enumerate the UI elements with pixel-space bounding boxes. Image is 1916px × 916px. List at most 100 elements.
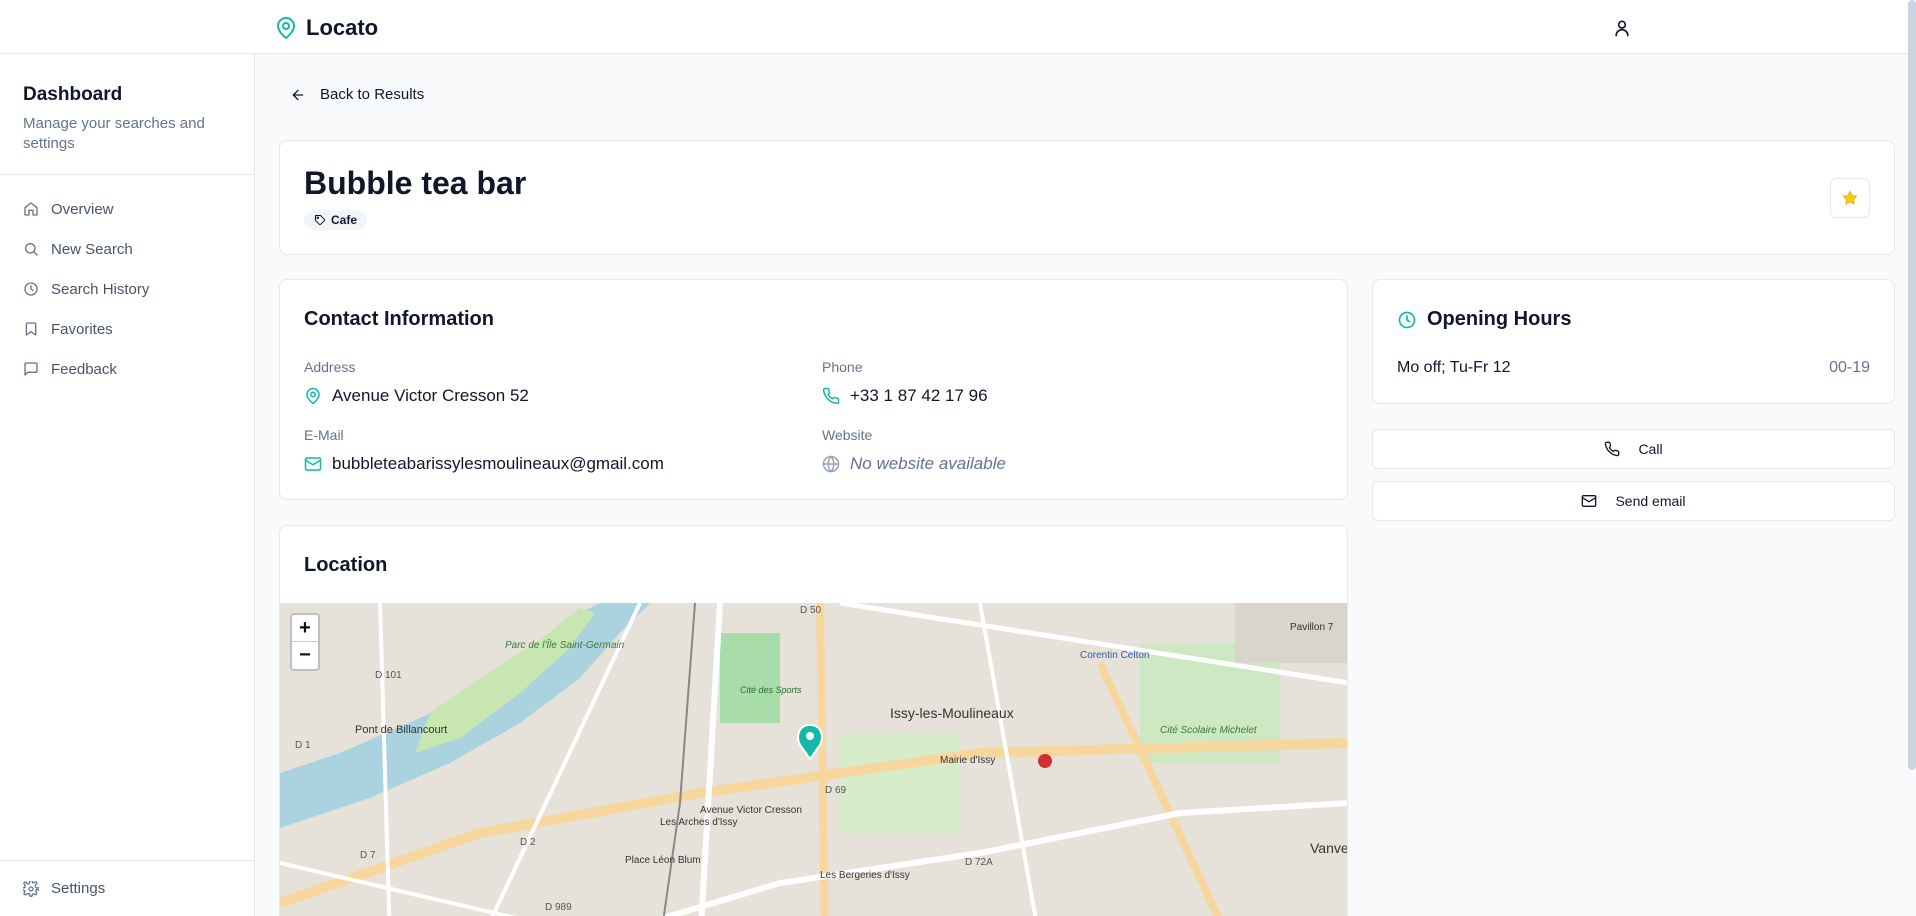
sidebar-title: Dashboard bbox=[23, 84, 123, 105]
sports-field bbox=[720, 633, 780, 723]
clock-icon bbox=[24, 282, 38, 296]
top-bar: Locato bbox=[0, 0, 1916, 770]
sidebar-header: Dashboard Manage your searches and setti… bbox=[0, 54, 254, 175]
website-value: No website available bbox=[822, 454, 1006, 474]
contact-heading: Contact Information bbox=[304, 308, 494, 330]
tag-icon bbox=[315, 215, 326, 226]
sidebar-item-label: Overview bbox=[51, 200, 114, 218]
sidebar-nav: Overview New Search Search History Favor… bbox=[0, 175, 254, 389]
email-text: bubbleteabarissylesmoulineaux@gmail.com bbox=[332, 454, 664, 473]
phone-icon bbox=[822, 387, 840, 405]
place-header-card: Bubble tea bar Cafe bbox=[279, 140, 1895, 255]
map-label-d101: D 101 bbox=[375, 670, 402, 681]
sidebar-item-label: New Search bbox=[51, 240, 133, 258]
phone-icon bbox=[1605, 441, 1620, 457]
map-label-d989: D 989 bbox=[545, 902, 572, 913]
phone-text: +33 1 87 42 17 96 bbox=[850, 386, 988, 405]
favorite-button[interactable] bbox=[1830, 178, 1870, 218]
map-label-ave-victor: Avenue Victor Cresson bbox=[700, 805, 802, 816]
opening-hours-card: Opening Hours Mo off; Tu-Fr 12 00-19 bbox=[1372, 279, 1895, 404]
phone-value[interactable]: +33 1 87 42 17 96 bbox=[822, 386, 988, 406]
mail-icon bbox=[1582, 495, 1597, 507]
sidebar-item-favorites[interactable]: Favorites bbox=[0, 309, 254, 349]
map-label-vanves: Vanves bbox=[1310, 840, 1348, 856]
address-value: Avenue Victor Cresson 52 bbox=[304, 386, 529, 406]
map-label-d50: D 50 bbox=[800, 605, 822, 616]
email-label: E-Mail bbox=[304, 427, 344, 443]
place-title: Bubble tea bar bbox=[304, 165, 527, 201]
phone-label: Phone bbox=[822, 359, 863, 375]
sidebar-item-settings[interactable]: Settings bbox=[0, 860, 254, 916]
gear-icon bbox=[23, 880, 39, 897]
zoom-controls: + − bbox=[290, 613, 320, 671]
call-label: Call bbox=[1638, 441, 1663, 457]
website-label: Website bbox=[822, 427, 873, 443]
message-icon bbox=[24, 362, 38, 376]
map-label-pont: Pont de Billancourt bbox=[355, 724, 447, 736]
sidebar-item-new-search[interactable]: New Search bbox=[0, 229, 254, 269]
search-icon bbox=[25, 243, 38, 256]
contact-card: Contact Information Address Avenue Victo… bbox=[279, 279, 1348, 500]
category-label: Cafe bbox=[331, 213, 358, 227]
send-email-button[interactable]: Send email bbox=[1372, 481, 1895, 521]
sidebar-item-search-history[interactable]: Search History bbox=[0, 269, 254, 309]
star-icon bbox=[1842, 190, 1858, 205]
sidebar-subtitle: Manage your searches and settings bbox=[23, 115, 205, 152]
user-icon[interactable] bbox=[1612, 18, 1632, 38]
zoom-out-button[interactable]: − bbox=[292, 642, 318, 669]
map-pin-icon bbox=[277, 17, 295, 39]
back-label: Back to Results bbox=[320, 86, 425, 103]
map-label-arches: Les Arches d'Issy bbox=[660, 817, 738, 828]
back-to-results-link[interactable]: Back to Results bbox=[290, 86, 424, 103]
map-canvas[interactable]: Issy-les-Moulineaux Mairie d'Issy Pont d… bbox=[280, 603, 1348, 916]
website-text: No website available bbox=[850, 454, 1006, 473]
sidebar-item-label: Search History bbox=[51, 280, 150, 298]
settings-label: Settings bbox=[51, 880, 106, 897]
location-heading: Location bbox=[304, 554, 388, 576]
park-area bbox=[840, 733, 960, 833]
clock-icon bbox=[1398, 311, 1416, 328]
map-label-d69: D 69 bbox=[825, 785, 847, 796]
map-label-cite-sports: Cité des Sports bbox=[740, 685, 802, 695]
sidebar-item-label: Favorites bbox=[51, 320, 113, 338]
hours-time: 00-19 bbox=[1829, 359, 1870, 376]
sidebar: Dashboard Manage your searches and setti… bbox=[0, 54, 255, 916]
map-label-pavillon: Pavillon 7 bbox=[1290, 622, 1334, 633]
globe-icon bbox=[822, 455, 840, 473]
mail-icon bbox=[304, 457, 322, 471]
location-card: Location Issy-les-Moulineaux Mairie d'Is… bbox=[279, 525, 1348, 916]
email-value[interactable]: bubbleteabarissylesmoulineaux@gmail.com bbox=[304, 454, 664, 474]
bookmark-icon bbox=[25, 322, 37, 336]
map-label-d2: D 2 bbox=[520, 837, 536, 848]
send-email-label: Send email bbox=[1615, 493, 1686, 509]
map-label-bergeries: Les Bergeries d'Issy bbox=[820, 870, 910, 881]
map-label-d1: D 1 bbox=[295, 740, 311, 751]
map-label-corentin: Corentin Celton bbox=[1080, 650, 1149, 661]
pavillon-area bbox=[1235, 603, 1347, 663]
sidebar-item-overview[interactable]: Overview bbox=[0, 189, 254, 229]
page-scrollbar[interactable] bbox=[1908, 0, 1916, 770]
map-label-d72a: D 72A bbox=[965, 857, 993, 868]
map-label-place-leon: Place Léon Blum bbox=[625, 855, 701, 866]
category-badge: Cafe bbox=[304, 210, 368, 230]
address-label: Address bbox=[304, 359, 356, 375]
sidebar-item-label: Feedback bbox=[51, 360, 117, 378]
home-icon bbox=[24, 202, 38, 216]
map-pin-icon bbox=[306, 387, 320, 405]
map-label-d7: D 7 bbox=[360, 850, 376, 861]
arrow-left-icon bbox=[292, 89, 304, 100]
brand[interactable]: Locato bbox=[274, 15, 378, 41]
map-label-issy: Issy-les-Moulineaux bbox=[890, 705, 1014, 721]
call-button[interactable]: Call bbox=[1372, 429, 1895, 469]
address-text: Avenue Victor Cresson 52 bbox=[332, 386, 529, 405]
map-label-cite-scolaire: Cité Scolaire Michelet bbox=[1160, 725, 1258, 736]
map-label-parc: Parc de l'Île Saint-Germain bbox=[505, 638, 625, 651]
map-label-mairie: Mairie d'Issy bbox=[940, 755, 995, 766]
brand-name: Locato bbox=[306, 15, 379, 40]
map[interactable]: Issy-les-Moulineaux Mairie d'Issy Pont d… bbox=[280, 603, 1348, 916]
pharmacy-marker bbox=[1038, 754, 1052, 768]
sidebar-item-feedback[interactable]: Feedback bbox=[0, 349, 254, 389]
zoom-in-button[interactable]: + bbox=[292, 615, 318, 642]
hours-heading-text: Opening Hours bbox=[1427, 308, 1572, 330]
hours-days: Mo off; Tu-Fr 12 bbox=[1397, 359, 1511, 376]
